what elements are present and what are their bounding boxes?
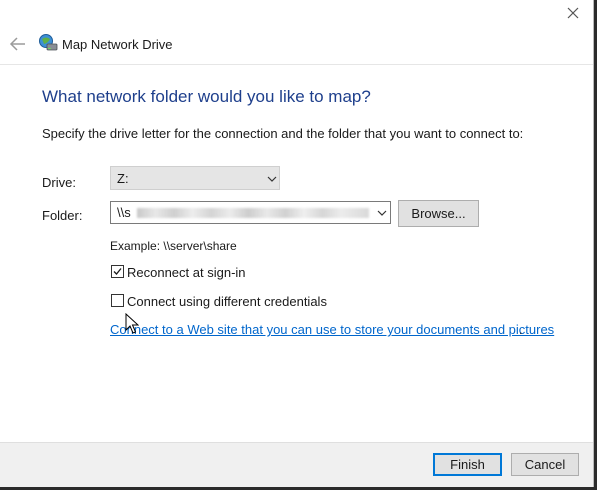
close-icon bbox=[567, 7, 579, 19]
checkmark-icon bbox=[113, 268, 122, 275]
web-site-link[interactable]: Connect to a Web site that you can use t… bbox=[110, 322, 554, 337]
finish-button[interactable]: Finish bbox=[433, 453, 502, 476]
network-drive-icon bbox=[38, 33, 58, 53]
link-period: . bbox=[519, 322, 523, 337]
page-heading: What network folder would you like to ma… bbox=[42, 87, 371, 106]
mouse-pointer-icon bbox=[125, 312, 140, 335]
back-arrow-icon bbox=[9, 37, 25, 51]
chevron-down-icon bbox=[267, 176, 277, 182]
drive-select-value: Z: bbox=[117, 171, 129, 186]
folder-label: Folder: bbox=[42, 208, 83, 223]
redacted-path bbox=[137, 208, 369, 218]
folder-input-value: \\s bbox=[117, 205, 131, 220]
credentials-label[interactable]: Connect using different credentials bbox=[127, 294, 327, 309]
credentials-checkbox[interactable] bbox=[111, 294, 124, 307]
example-text: Example: \\server\share bbox=[110, 239, 237, 253]
chevron-down-icon[interactable] bbox=[376, 209, 388, 217]
back-button[interactable] bbox=[9, 36, 27, 52]
drive-select[interactable]: Z: bbox=[110, 166, 280, 190]
browse-button[interactable]: Browse... bbox=[398, 200, 479, 227]
map-network-drive-dialog: Map Network Drive What network folder wo… bbox=[0, 0, 594, 487]
instruction-text: Specify the drive letter for the connect… bbox=[42, 126, 524, 141]
reconnect-label[interactable]: Reconnect at sign-in bbox=[127, 265, 246, 280]
close-button[interactable] bbox=[562, 4, 584, 24]
cancel-button[interactable]: Cancel bbox=[511, 453, 579, 476]
dialog-header: Map Network Drive bbox=[0, 26, 593, 65]
dialog-footer: Finish Cancel bbox=[0, 442, 593, 487]
dialog-title: Map Network Drive bbox=[62, 37, 173, 52]
reconnect-checkbox[interactable] bbox=[111, 265, 124, 278]
folder-input[interactable]: \\s bbox=[110, 201, 391, 224]
drive-label: Drive: bbox=[42, 175, 76, 190]
